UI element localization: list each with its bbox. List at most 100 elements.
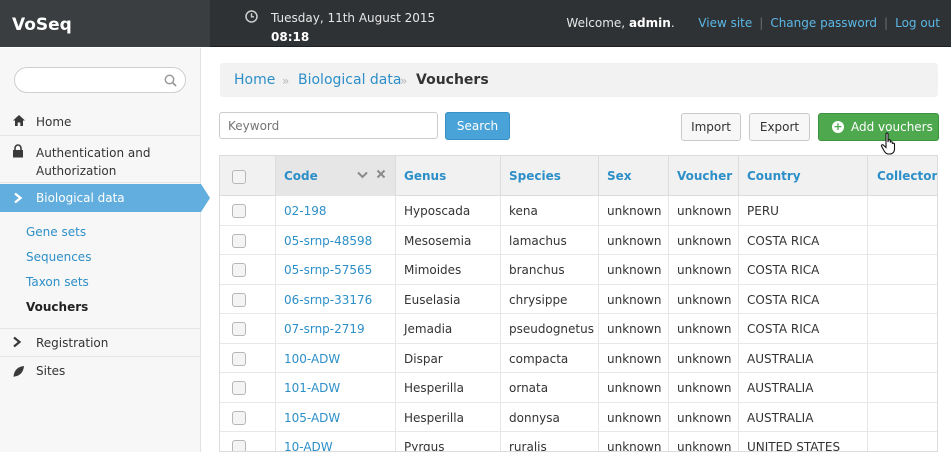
column-header-genus[interactable]: Genus [404, 169, 446, 183]
current-date: Tuesday, 11th August 2015 [271, 11, 436, 25]
column-header-code[interactable]: Code [284, 169, 318, 183]
sidebar-subitem-gene-sets[interactable]: Gene sets [26, 225, 86, 239]
sidebar-item-registration[interactable]: Registration [0, 328, 201, 357]
row-checkbox[interactable] [232, 263, 246, 277]
cell-divider [867, 373, 868, 402]
row-checkbox[interactable] [232, 410, 246, 425]
column-header-voucher[interactable]: Voucher [677, 169, 732, 183]
cell-code-link[interactable]: 05-srnp-48598 [284, 234, 372, 248]
cell-sex: unknown [607, 292, 662, 307]
table-row[interactable]: 101-ADW Hesperilla ornata unknown unknown AUS… [220, 373, 937, 403]
cell-voucher: unknown [677, 351, 732, 366]
separator: | [759, 16, 764, 30]
welcome-text: Welcome, [566, 16, 626, 30]
cell-divider [500, 196, 501, 225]
cell-divider [738, 284, 739, 314]
table-row[interactable]: 07-srnp-2719 Jemadia pseudognetus unknown un… [220, 314, 937, 344]
row-checkbox[interactable] [232, 233, 246, 248]
plus-circle-icon: + [832, 120, 844, 133]
cell-sex: unknown [607, 322, 662, 336]
cell-country: AUSTRALIA [747, 381, 814, 395]
user-links: Welcome, admin. View site | Change passwor… [566, 16, 940, 30]
row-checkbox[interactable] [232, 322, 246, 336]
cell-divider [500, 373, 501, 402]
welcome-end: . [670, 16, 675, 30]
import-button[interactable]: Import [681, 113, 741, 141]
cell-divider [500, 314, 501, 343]
row-checkbox[interactable] [232, 351, 246, 366]
table-row[interactable]: 10-ADW Pyrgus ruralis unknown unknown UNITED … [220, 432, 937, 452]
cell-divider [598, 196, 599, 225]
column-header-collector[interactable]: Collector [877, 169, 937, 183]
sidebar-item-home[interactable]: Home [0, 106, 201, 136]
sort-desc-icon[interactable] [357, 171, 368, 179]
cell-code-link[interactable]: 100-ADW [284, 352, 340, 366]
add-vouchers-button[interactable]: + Add vouchers [818, 113, 939, 141]
cell-divider [668, 402, 669, 432]
table-row[interactable]: 05-srnp-48598 Mesosemia lamachus unknown unk… [220, 225, 937, 255]
view-site-link[interactable]: View site [698, 16, 752, 30]
select-all-checkbox[interactable] [232, 170, 246, 184]
cell-voucher: unknown [677, 204, 732, 218]
cell-divider [395, 432, 396, 451]
cell-code-link[interactable]: 07-srnp-2719 [284, 322, 365, 336]
column-header-country[interactable]: Country [747, 169, 801, 183]
cell-country: COSTA RICA [747, 233, 820, 248]
breadcrumb-home[interactable]: Home [234, 72, 275, 88]
log-out-link[interactable]: Log out [895, 16, 940, 30]
sidebar-item-sites[interactable]: Sites [0, 358, 201, 387]
sidebar-subitem-taxon-sets[interactable]: Taxon sets [26, 275, 89, 289]
row-checkbox[interactable] [232, 204, 246, 218]
cell-sex: unknown [607, 381, 662, 395]
cell-code-link[interactable]: 105-ADW [284, 411, 340, 425]
column-header-species[interactable]: Species [509, 169, 561, 183]
table-row[interactable]: 02-198 Hyposcada kena unknown unknown PERU [220, 196, 937, 226]
cell-divider [275, 225, 276, 255]
cell-genus: Hesperilla [404, 410, 464, 425]
search-button[interactable]: Search [445, 112, 510, 140]
cell-voucher: unknown [677, 440, 732, 452]
cell-divider [867, 284, 868, 314]
cell-divider [668, 284, 669, 314]
chevron-right-icon [13, 336, 22, 348]
table-row[interactable]: 05-srnp-57565 Mimoides branchus unknown unkn… [220, 255, 937, 285]
table-row[interactable]: 105-ADW Hesperilla donnysa unknown unknown AU… [220, 402, 937, 432]
cell-divider [500, 255, 501, 284]
remove-sort-icon[interactable] [376, 169, 386, 179]
cell-voucher: unknown [677, 263, 732, 277]
column-header-sex[interactable]: Sex [607, 169, 632, 183]
cell-divider [668, 314, 669, 343]
lock-icon [13, 144, 23, 158]
cell-code-link[interactable]: 02-198 [284, 204, 327, 218]
table-row[interactable]: 06-srnp-33176 Euselasia chrysippe unknown un… [220, 284, 937, 314]
app-title[interactable]: VoSeq Administration [0, 0, 210, 85]
cell-divider [738, 225, 739, 255]
cell-code-link[interactable]: 05-srnp-57565 [284, 263, 372, 277]
sidebar-subitem-vouchers[interactable]: Vouchers [26, 300, 88, 314]
table-header: Code Genus Species Sex Voucher Country C… [220, 156, 937, 196]
cell-sex: unknown [607, 440, 662, 452]
row-checkbox[interactable] [232, 440, 246, 451]
cell-divider [275, 402, 276, 432]
cell-divider [395, 255, 396, 284]
sidebar-item-biological-data[interactable]: Biological data [0, 184, 210, 212]
sidebar-item-authentication[interactable]: Authentication and Authorization [0, 137, 201, 183]
sidebar-search-input[interactable] [14, 67, 186, 93]
row-checkbox[interactable] [232, 292, 246, 307]
row-checkbox[interactable] [232, 381, 246, 395]
search-icon[interactable] [164, 74, 177, 87]
keyword-input[interactable] [219, 112, 438, 139]
cell-code-link[interactable]: 101-ADW [284, 381, 340, 395]
cell-code-link[interactable]: 10-ADW [284, 440, 333, 451]
change-password-link[interactable]: Change password [770, 16, 877, 30]
export-button[interactable]: Export [749, 113, 810, 141]
table-row[interactable]: 100-ADW Dispar compacta unknown unknown AUSTR… [220, 343, 937, 373]
cell-divider [738, 196, 739, 225]
breadcrumb-biological-data[interactable]: Biological data [298, 72, 401, 88]
cell-code-link[interactable]: 06-srnp-33176 [284, 293, 372, 307]
cell-divider [598, 402, 599, 432]
cell-country: AUSTRALIA [747, 410, 814, 425]
column-divider [395, 156, 396, 196]
sidebar-subitem-sequences[interactable]: Sequences [26, 250, 91, 264]
sidebar-item-label: Authentication and Authorization [36, 146, 151, 178]
